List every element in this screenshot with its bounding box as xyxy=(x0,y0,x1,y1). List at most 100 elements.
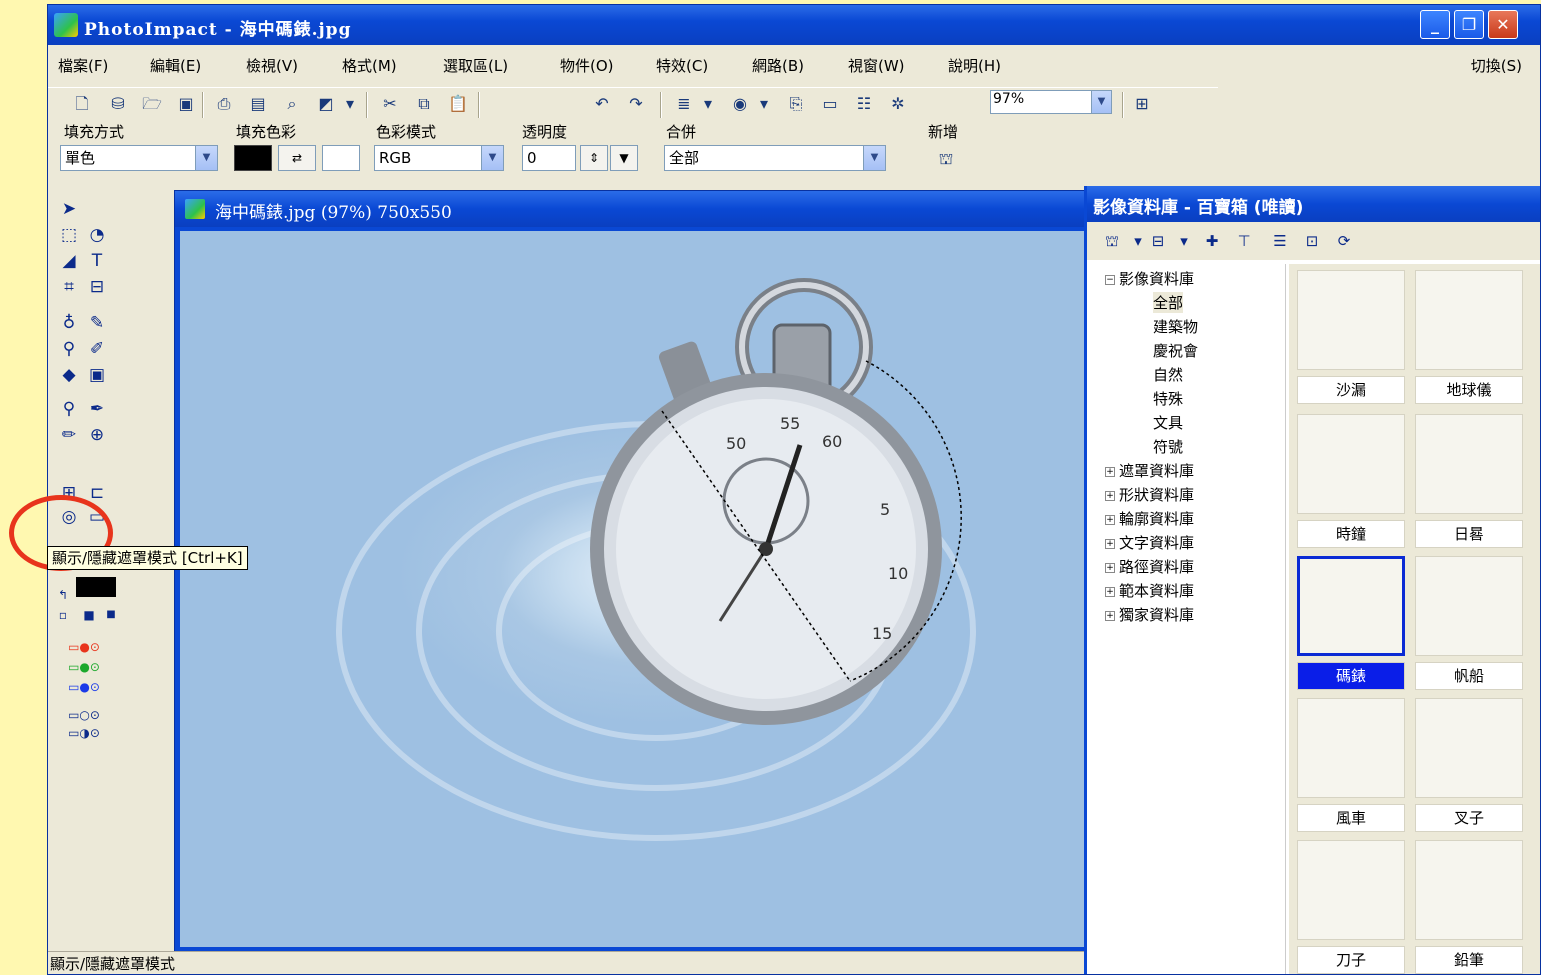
menu-object[interactable]: 物件(O) xyxy=(560,55,614,76)
tree-node-symbols[interactable]: 符號 xyxy=(1153,436,1183,457)
fill-color-swatch[interactable] xyxy=(234,145,272,171)
arrange-icon[interactable]: ≣ xyxy=(672,92,696,116)
new-file-icon[interactable]: 🗋 xyxy=(70,92,94,116)
lasso-tool-icon[interactable]: ◔ xyxy=(84,223,110,247)
mesh-tool-icon[interactable]: ⊕ xyxy=(84,423,110,447)
transform-tool-icon[interactable]: ⊟ xyxy=(84,275,110,299)
swap-color-button[interactable]: ⇄ xyxy=(278,145,316,171)
path-tool-icon[interactable]: ✏ xyxy=(56,423,82,447)
small-color-icon[interactable]: ■ xyxy=(98,603,124,627)
menu-format[interactable]: 格式(M) xyxy=(342,55,397,76)
expand-icon[interactable]: + xyxy=(1105,538,1115,549)
menu-window[interactable]: 視窗(W) xyxy=(848,55,905,76)
tree-node-special[interactable]: 特殊 xyxy=(1153,388,1183,409)
opacity-dropdown[interactable]: ▼ xyxy=(610,145,638,171)
thumb-stopwatch[interactable]: 碼錶 xyxy=(1295,554,1407,694)
tree-node-buildings[interactable]: 建築物 xyxy=(1153,316,1198,337)
opacity-input[interactable]: 0 xyxy=(522,145,576,171)
tree-node-celebration[interactable]: 慶祝會 xyxy=(1153,340,1198,361)
expand-icon[interactable]: + xyxy=(1105,514,1115,525)
undo-icon[interactable]: ↶ xyxy=(590,92,614,116)
export-icon[interactable]: ⎘ xyxy=(784,92,808,116)
library-properties-icon[interactable]: ⊡ xyxy=(1301,230,1323,252)
chevron-down-icon[interactable]: ▾ xyxy=(1127,230,1149,252)
chevron-down-icon[interactable]: ▼ xyxy=(863,146,885,170)
thumb-hourglass[interactable]: 沙漏 xyxy=(1295,268,1407,408)
open-icon[interactable]: ⛁ xyxy=(106,92,130,116)
library-view-icon[interactable]: ⊟ xyxy=(1147,230,1169,252)
save-icon[interactable]: ▣ xyxy=(174,92,198,116)
library-home-icon[interactable]: ⛫ xyxy=(1101,230,1123,252)
arrange-dropdown-icon[interactable]: ▾ xyxy=(696,92,720,116)
secondary-color-swatch[interactable] xyxy=(322,145,360,171)
thumb-knife[interactable]: 刀子 xyxy=(1295,838,1407,974)
expand-icon[interactable]: + xyxy=(1105,562,1115,573)
scan-dropdown-icon[interactable]: ▾ xyxy=(338,92,362,116)
print-icon[interactable]: ⎙ xyxy=(212,92,236,116)
menu-effect[interactable]: 特效(C) xyxy=(656,55,708,76)
selection-tool-icon[interactable]: ⬚ xyxy=(56,223,82,247)
opacity-spinner[interactable]: ⇕ xyxy=(580,145,608,171)
thumb-sundial[interactable]: 日晷 xyxy=(1413,412,1525,552)
menu-help[interactable]: 說明(H) xyxy=(948,55,1001,76)
bucket-tool-icon[interactable]: ◢ xyxy=(56,249,82,273)
camera-icon[interactable]: ◉ xyxy=(728,92,752,116)
monitor-icon[interactable]: ▭ xyxy=(818,92,842,116)
chevron-down-icon[interactable]: ▾ xyxy=(1173,230,1195,252)
paste-icon[interactable]: 📋 xyxy=(446,92,470,116)
menu-web[interactable]: 網路(B) xyxy=(752,55,804,76)
eyedropper-tool-icon[interactable]: ✒ xyxy=(84,397,110,421)
redo-icon[interactable]: ↷ xyxy=(624,92,648,116)
menu-switch[interactable]: 切換(S) xyxy=(1471,55,1522,76)
grid-view-icon[interactable]: ⊞ xyxy=(1130,92,1154,116)
default-color-icon[interactable]: ▫ xyxy=(50,603,76,627)
expand-icon[interactable]: + xyxy=(1105,586,1115,597)
object-toggle-blue-icon[interactable]: ▭●⊙ xyxy=(54,675,114,699)
expand-icon[interactable]: + xyxy=(1105,490,1115,501)
merge-select[interactable]: 全部 ▼ xyxy=(664,145,886,171)
gradient-tool-icon[interactable]: ▣ xyxy=(84,363,110,387)
tree-node-root[interactable]: − 影像資料庫 xyxy=(1105,268,1194,289)
print-preview-icon[interactable]: ▤ xyxy=(246,92,270,116)
tree-node-exclusive[interactable]: + 獨家資料庫 xyxy=(1105,604,1194,625)
library-tree-icon[interactable]: ⊤ xyxy=(1233,230,1255,252)
zoom-select[interactable]: 97% ▼ xyxy=(990,90,1112,114)
pick-tool-icon[interactable]: ➤ xyxy=(56,197,82,221)
tree-node-outline[interactable]: + 輪廓資料庫 xyxy=(1105,508,1194,529)
fill-mode-select[interactable]: 單色 ▼ xyxy=(60,145,218,171)
foreground-color-swatch[interactable] xyxy=(76,577,116,597)
zoom-tool-icon[interactable]: ⚲ xyxy=(56,397,82,421)
touchup-tool-icon[interactable]: ♁ xyxy=(56,311,82,335)
library-list-icon[interactable]: ☰ xyxy=(1269,230,1291,252)
batch-icon[interactable]: ☷ xyxy=(852,92,876,116)
crop-tool-icon[interactable]: ⌗ xyxy=(56,275,82,299)
retouch-tool-icon[interactable]: ✐ xyxy=(84,337,110,361)
chevron-down-icon[interactable]: ▼ xyxy=(195,146,217,170)
tree-node-all[interactable]: 全部 xyxy=(1153,292,1184,313)
eraser-tool-icon[interactable]: ◆ xyxy=(56,363,82,387)
tree-node-path[interactable]: + 路徑資料庫 xyxy=(1105,556,1194,577)
thumb-fork[interactable]: 叉子 xyxy=(1413,696,1525,836)
tree-node-text[interactable]: + 文字資料庫 xyxy=(1105,532,1194,553)
thumb-pencil[interactable]: 鉛筆 xyxy=(1413,838,1525,974)
minimize-button[interactable]: _ xyxy=(1420,10,1450,39)
tree-node-stationery[interactable]: 文具 xyxy=(1153,412,1183,433)
preview-icon[interactable]: ⌕ xyxy=(280,92,304,116)
tree-node-nature[interactable]: 自然 xyxy=(1153,364,1183,385)
chevron-down-icon[interactable]: ▼ xyxy=(481,146,503,170)
paint-tool-icon[interactable]: ✎ xyxy=(84,311,110,335)
menu-selection[interactable]: 選取區(L) xyxy=(443,55,508,76)
menu-file[interactable]: 檔案(F) xyxy=(58,55,108,76)
tree-node-shape[interactable]: + 形狀資料庫 xyxy=(1105,484,1194,505)
collapse-icon[interactable]: − xyxy=(1105,274,1115,285)
layer-toggle-half-icon[interactable]: ▭◑⊙ xyxy=(54,721,114,745)
color-mode-select[interactable]: RGB ▼ xyxy=(374,145,504,171)
thumb-sailboat[interactable]: 帆船 xyxy=(1413,554,1525,694)
library-add-icon[interactable]: ✚ xyxy=(1201,230,1223,252)
open-folder-icon[interactable]: 🗁 xyxy=(140,92,164,116)
scan-icon[interactable]: ◩ xyxy=(314,92,338,116)
menu-edit[interactable]: 編輯(E) xyxy=(150,55,201,76)
library-refresh-icon[interactable]: ⟳ xyxy=(1333,230,1355,252)
maximize-button[interactable]: ❐ xyxy=(1454,10,1484,39)
close-button[interactable]: ✕ xyxy=(1488,10,1518,39)
